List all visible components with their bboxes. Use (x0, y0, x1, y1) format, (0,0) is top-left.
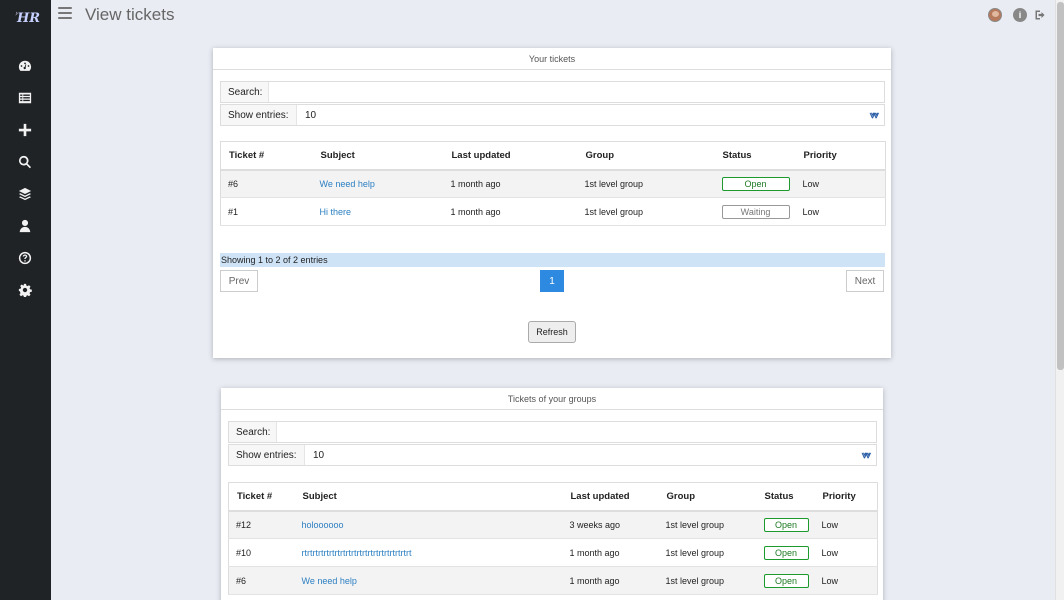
entries-label: Show entries: (221, 105, 297, 125)
next-button[interactable]: Next (846, 270, 884, 292)
column-header[interactable]: Last updated (443, 141, 578, 171)
ticket-number: #6 (220, 169, 313, 198)
group-tickets-table: Ticket # Subject Last updated Group Stat… (228, 482, 878, 595)
panel-title: Your tickets (213, 48, 891, 70)
plus-icon[interactable] (17, 122, 33, 138)
your-tickets-search: Search: (220, 81, 885, 103)
table-header-row: Ticket # Subject Last updated Group Stat… (228, 482, 878, 512)
ticket-subject-link[interactable]: holoooooo (302, 520, 344, 530)
status-badge: Open (763, 517, 809, 532)
column-header[interactable]: Group (577, 141, 715, 171)
ticket-number: #6 (228, 566, 295, 595)
layers-icon[interactable] (17, 186, 33, 202)
ticket-subject-link[interactable]: Hi there (320, 207, 352, 217)
ticket-group: 1st level group (658, 566, 757, 595)
gear-icon[interactable] (17, 282, 33, 298)
ticket-subject-link[interactable]: We need help (320, 179, 375, 189)
ticket-group: 1st level group (658, 538, 757, 567)
search-icon[interactable] (17, 154, 33, 170)
ticket-updated: 1 month ago (562, 538, 659, 567)
ticket-group: 1st level group (577, 169, 715, 198)
ticket-number: #12 (228, 510, 295, 539)
list-icon[interactable] (17, 90, 33, 106)
ticket-updated: 1 month ago (562, 566, 659, 595)
page-1-button[interactable]: 1 (540, 270, 564, 292)
table-row[interactable]: #6 We need help 1 month ago 1st level gr… (220, 169, 886, 198)
status-badge: Waiting (721, 204, 790, 219)
select-chevron-icon: ⩔⩔ (869, 110, 879, 121)
ticket-group: 1st level group (577, 197, 715, 226)
ticket-priority: Low (814, 566, 878, 595)
column-header[interactable]: Ticket # (228, 482, 295, 512)
table-row[interactable]: #12 holoooooo 3 weeks ago 1st level grou… (228, 510, 878, 539)
status-badge: Open (721, 176, 790, 191)
avatar[interactable] (988, 8, 1002, 22)
dashboard-icon[interactable] (17, 58, 33, 74)
column-header[interactable]: Subject (312, 141, 444, 171)
ticket-subject-link[interactable]: We need help (302, 576, 357, 586)
column-header[interactable]: Priority (795, 141, 886, 171)
logout-icon[interactable] (1033, 8, 1047, 22)
column-header[interactable]: Status (756, 482, 815, 512)
status-badge: Open (763, 573, 809, 588)
column-header[interactable]: Status (714, 141, 796, 171)
ticket-updated: 1 month ago (443, 197, 578, 226)
ticket-priority: Low (814, 538, 878, 567)
info-icon[interactable]: i (1013, 8, 1027, 22)
ticket-subject-link[interactable]: rtrtrtrtrtrtrtrtrtrtrtrtrtrtrtrtrtrtrtrt (302, 548, 412, 558)
entries-label: Show entries: (229, 445, 305, 465)
table-row[interactable]: #10 rtrtrtrtrtrtrtrtrtrtrtrtrtrtrtrtrtrt… (228, 538, 878, 567)
entries-select[interactable]: 10 (305, 450, 876, 461)
panel-title: Tickets of your groups (221, 388, 883, 410)
entries-select[interactable]: 10 (297, 110, 884, 121)
group-tickets-search: Search: (228, 421, 877, 443)
help-icon[interactable] (17, 250, 33, 266)
ticket-priority: Low (814, 510, 878, 539)
column-header[interactable]: Last updated (562, 482, 659, 512)
table-row[interactable]: #1 Hi there 1 month ago 1st level group … (220, 197, 886, 226)
sidebar: › HR (0, 0, 51, 600)
status-badge: Open (763, 545, 809, 560)
app-logo[interactable]: › HR (15, 8, 40, 26)
ticket-priority: Low (795, 197, 886, 226)
ticket-group: 1st level group (658, 510, 757, 539)
prev-button[interactable]: Prev (220, 270, 258, 292)
refresh-button[interactable]: Refresh (528, 321, 576, 343)
search-input[interactable] (269, 82, 884, 102)
table-header-row: Ticket # Subject Last updated Group Stat… (220, 141, 886, 171)
table-info: Showing 1 to 2 of 2 entries (220, 253, 885, 267)
column-header[interactable]: Ticket # (220, 141, 313, 171)
column-header[interactable]: Group (658, 482, 757, 512)
your-tickets-table: Ticket # Subject Last updated Group Stat… (220, 141, 886, 226)
column-header[interactable]: Priority (814, 482, 878, 512)
menu-toggle-icon[interactable] (58, 7, 72, 19)
table-row[interactable]: #6 We need help 1 month ago 1st level gr… (228, 566, 878, 595)
ticket-number: #10 (228, 538, 295, 567)
ticket-updated: 1 month ago (443, 169, 578, 198)
user-icon[interactable] (17, 218, 33, 234)
search-input[interactable] (277, 422, 876, 442)
page-scrollbar[interactable] (1055, 0, 1064, 600)
ticket-priority: Low (795, 169, 886, 198)
ticket-updated: 3 weeks ago (562, 510, 659, 539)
group-tickets-entries[interactable]: Show entries: 10 ⩔⩔ (228, 444, 877, 466)
search-label: Search: (221, 82, 269, 102)
search-label: Search: (229, 422, 277, 442)
page-title: View tickets (85, 5, 175, 24)
select-chevron-icon: ⩔⩔ (861, 450, 871, 461)
column-header[interactable]: Subject (294, 482, 563, 512)
your-tickets-entries[interactable]: Show entries: 10 ⩔⩔ (220, 104, 885, 126)
scrollbar-thumb[interactable] (1057, 2, 1064, 370)
ticket-number: #1 (220, 197, 313, 226)
